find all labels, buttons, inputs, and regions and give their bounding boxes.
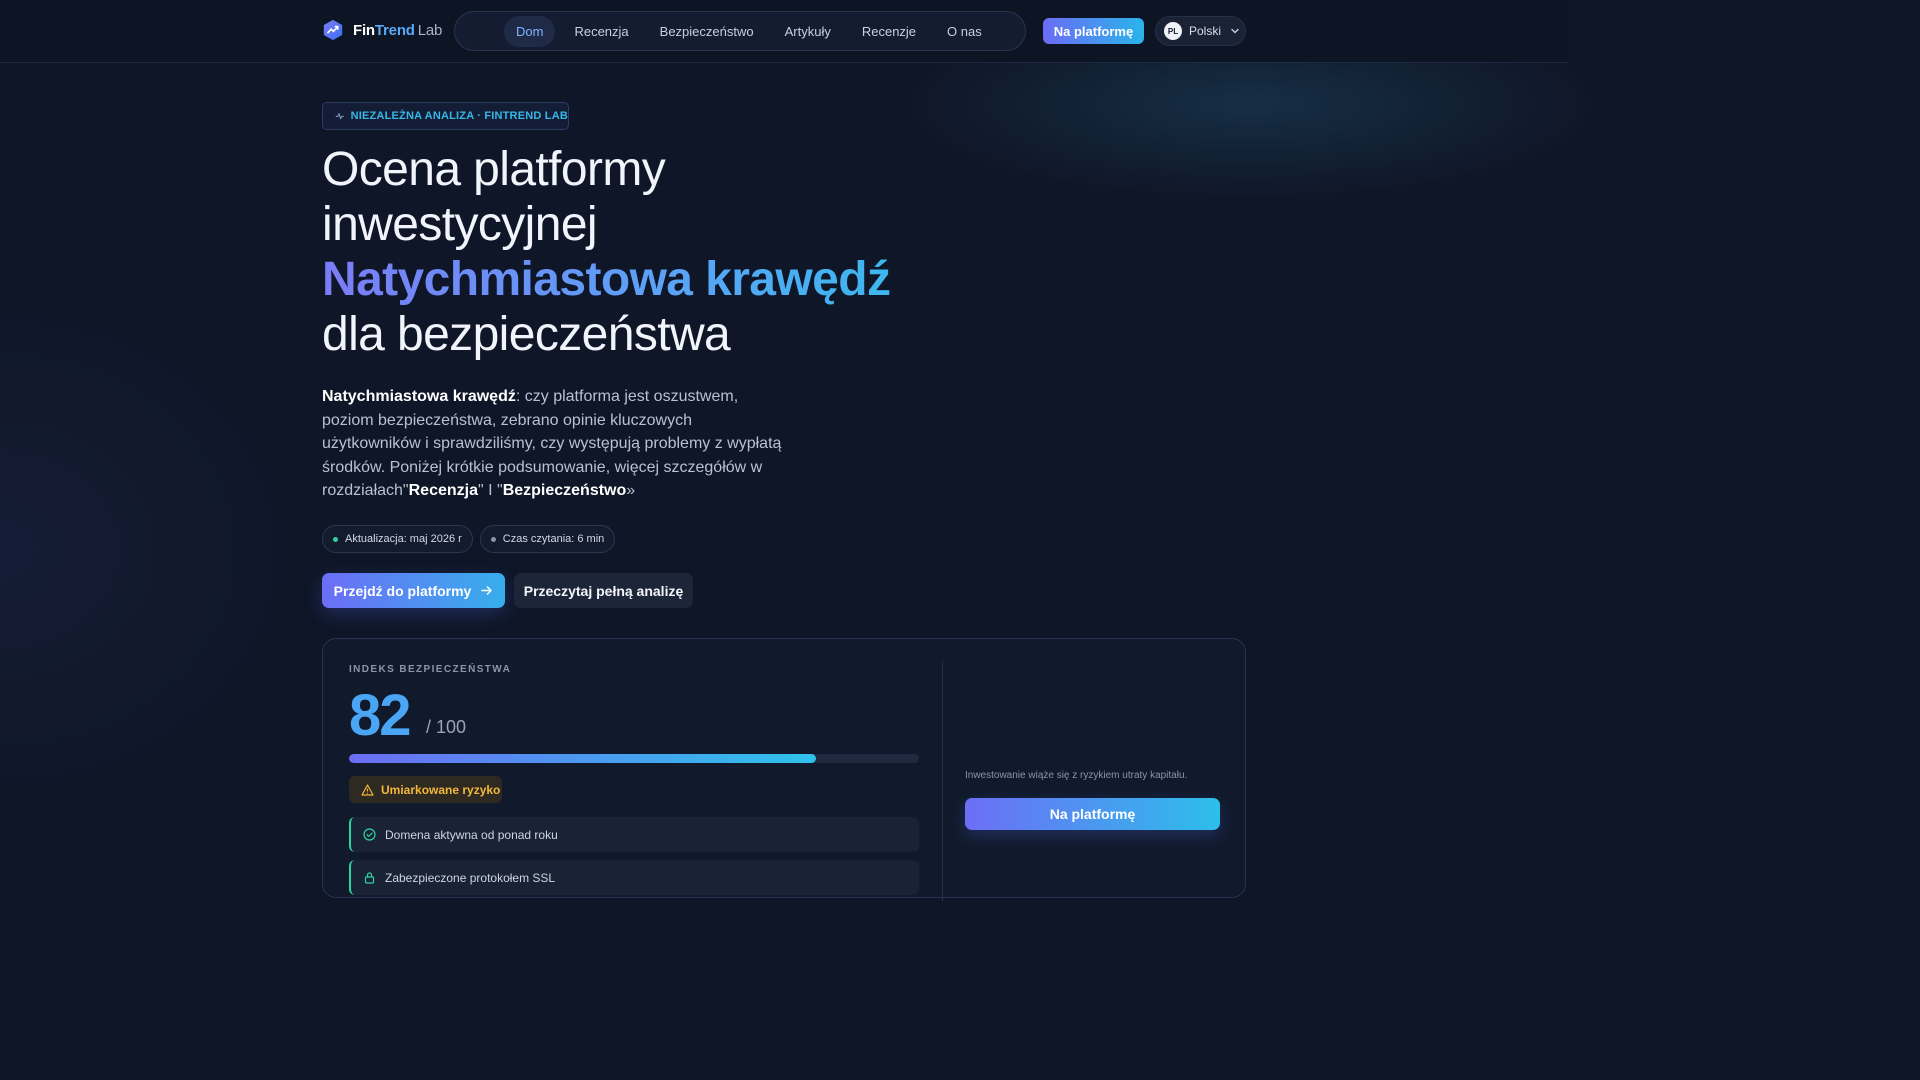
page-title: Ocena platformy inwestycyjnej Natychmias… xyxy=(322,142,1022,362)
analysis-tag: NIEZALEŻNA ANALIZA · FINTREND LAB xyxy=(322,102,569,130)
arrow-right-icon xyxy=(481,586,493,595)
brand-fin: Fin xyxy=(353,21,375,39)
lead-link-recenzja[interactable]: Recenzja xyxy=(409,482,478,499)
brand-lab: Lab xyxy=(417,21,443,39)
reading-time-label: Czas czytania: 6 min xyxy=(502,533,605,545)
update-date-label: Aktualizacja: maj 2026 r xyxy=(345,533,462,545)
lead-end: » xyxy=(626,482,636,499)
safety-score-max: / 100 xyxy=(426,717,467,737)
chevron-down-icon xyxy=(1231,28,1239,34)
title-highlight: Natychmiastowa krawędź xyxy=(322,252,1022,307)
language-selector[interactable]: PL Polski xyxy=(1155,16,1246,46)
status-dot xyxy=(490,536,496,542)
risk-badge: Umiarkowane ryzyko xyxy=(349,776,502,803)
title-line-1: Ocena platformy xyxy=(322,143,666,196)
go-to-platform-button[interactable]: Przejdź do platformy xyxy=(322,573,505,608)
risk-disclaimer: Inwestowanie wiąże się z ryzykiem utraty… xyxy=(965,770,1188,781)
title-line-2: inwestycyjnej xyxy=(322,198,598,251)
safety-progress-fill xyxy=(349,754,817,763)
nav-item-o-nas[interactable]: O nas xyxy=(935,16,994,47)
read-full-analysis-button[interactable]: Przeczytaj pełną analizę xyxy=(514,573,693,608)
language-label: Polski xyxy=(1189,24,1222,38)
nav-item-dom[interactable]: Dom xyxy=(504,15,556,47)
nav-item-bezpieczenstwo[interactable]: Bezpieczeństwo xyxy=(648,16,766,47)
safety-progress-bar xyxy=(349,754,919,763)
safety-index-label: INDEKS BEZPIECZEŃSTWA xyxy=(349,664,512,675)
safety-index-card: INDEKS BEZPIECZEŃSTWA 82 / 100 Umiarkowa… xyxy=(322,638,1246,901)
main-nav: Dom Recenzja Bezpieczeństwo Artykuły Rec… xyxy=(454,11,1026,51)
safety-score: 82 xyxy=(349,683,411,748)
warning-icon xyxy=(361,783,374,796)
trend-chart-icon xyxy=(323,19,343,41)
check-item-domain-label: Domena aktywna od ponad roku xyxy=(385,827,558,842)
lead-separator: " I " xyxy=(477,482,503,499)
brand-logo[interactable]: FinTrend Lab xyxy=(322,19,442,41)
lead-link-bezpieczenstwo[interactable]: Bezpieczeństwo xyxy=(503,482,627,499)
pulse-icon xyxy=(335,113,344,120)
background-glow-left xyxy=(0,300,300,800)
nav-item-recenzje[interactable]: Recenzje xyxy=(850,16,928,47)
card-divider xyxy=(942,661,943,901)
check-item-domain: Domena aktywna od ponad roku xyxy=(349,817,919,852)
nav-item-recenzja[interactable]: Recenzja xyxy=(562,16,640,47)
header-platform-button[interactable]: Na platformę xyxy=(1043,18,1144,44)
check-item-ssl: Zabezpieczone protokołem SSL xyxy=(349,860,919,895)
site-header: FinTrend Lab Dom Recenzja Bezpieczeństwo … xyxy=(0,0,1568,63)
nav-item-artykuly[interactable]: Artykuły xyxy=(773,16,843,47)
check-circle-icon xyxy=(363,828,376,841)
update-date-pill: Aktualizacja: maj 2026 r xyxy=(322,525,473,553)
lead-strong: Natychmiastowa krawędź xyxy=(322,388,516,405)
go-to-platform-label: Przejdź do platformy xyxy=(333,582,472,599)
analysis-tag-label: NIEZALEŻNA ANALIZA · FINTREND LAB xyxy=(350,110,568,122)
reading-time-pill: Czas czytania: 6 min xyxy=(479,525,616,553)
lead-paragraph: Natychmiastowa krawędź: czy platforma je… xyxy=(322,385,792,503)
meta-pills: Aktualizacja: maj 2026 r Czas czytania: … xyxy=(322,525,616,553)
card-platform-button[interactable]: Na platformę xyxy=(965,798,1220,830)
lock-icon xyxy=(364,872,375,884)
risk-label: Umiarkowane ryzyko xyxy=(381,782,501,797)
status-dot xyxy=(333,536,338,542)
language-flag-badge: PL xyxy=(1164,22,1182,40)
brand-name: FinTrend Lab xyxy=(353,22,442,39)
check-item-ssl-label: Zabezpieczone protokołem SSL xyxy=(385,870,556,885)
title-line-4: dla bezpieczeństwa xyxy=(322,308,731,361)
brand-trend: Trend xyxy=(374,21,415,39)
